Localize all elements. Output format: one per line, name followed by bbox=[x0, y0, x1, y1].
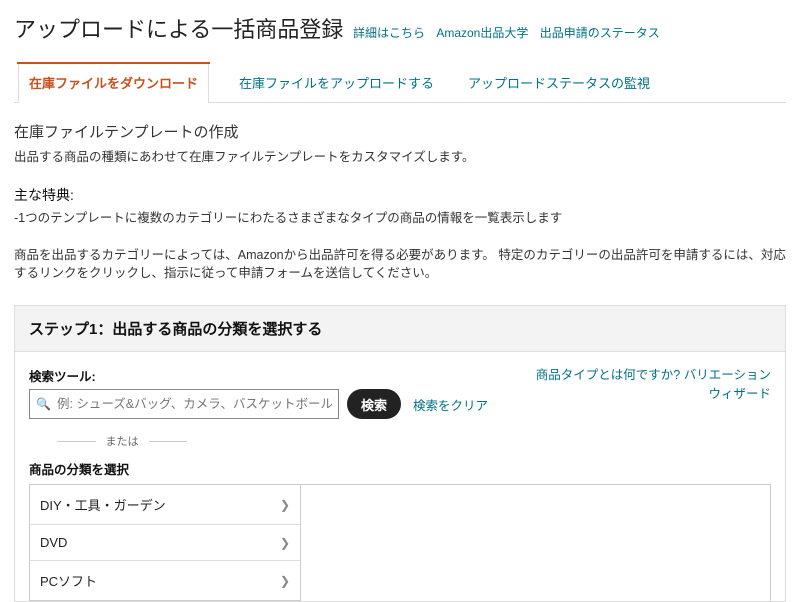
benefits-section: 主な特典: -1つのテンプレートに複数のカテゴリーにわたるさまざまなタイプの商品… bbox=[14, 185, 786, 228]
clear-search-link[interactable]: 検索をクリア bbox=[413, 395, 488, 414]
search-label: 検索ツール: bbox=[29, 366, 488, 385]
category-label: DVD bbox=[40, 535, 67, 550]
search-input-wrap[interactable]: 🔍 bbox=[29, 389, 339, 419]
help-links: 商品タイプとは何ですか? バリエーションウィザード bbox=[531, 366, 771, 404]
category-panel-empty bbox=[301, 484, 771, 601]
step1-title: ステップ1：出品する商品の分類を選択する bbox=[15, 306, 785, 352]
notice-section: 商品を出品するカテゴリーによっては、Amazonから出品許可を得る必要があります… bbox=[14, 246, 786, 284]
or-separator: または bbox=[57, 433, 187, 449]
benefits-item: -1つのテンプレートに複数のカテゴリーにわたるさまざまなタイプの商品の情報を一覧… bbox=[14, 209, 786, 228]
search-left: 検索ツール: 🔍 検索 検索をクリア bbox=[29, 366, 488, 419]
benefits-heading: 主な特典: bbox=[14, 185, 786, 205]
search-row: 検索ツール: 🔍 検索 検索をクリア 商品タイプとは何ですか? バリエーションウ… bbox=[29, 366, 771, 419]
tab-bar: 在庫ファイルをダウンロード 在庫ファイルをアップロードする アップロードステータ… bbox=[14, 60, 786, 103]
link-application-status[interactable]: 出品申請のステータス bbox=[540, 26, 660, 40]
step1-card: ステップ1：出品する商品の分類を選択する 検索ツール: 🔍 検索 検索をクリア … bbox=[14, 305, 786, 602]
notice-text: 商品を出品するカテゴリーによっては、Amazonから出品許可を得る必要があります… bbox=[14, 246, 786, 284]
page-header: アップロードによる一括商品登録 詳細はこちら Amazon出品大学 出品申請のス… bbox=[14, 10, 786, 50]
link-details[interactable]: 詳細はこちら bbox=[353, 26, 425, 40]
template-desc: 出品する商品の種類にあわせて在庫ファイルテンプレートをカスタマイズします。 bbox=[14, 148, 786, 167]
link-product-type-help[interactable]: 商品タイプとは何ですか? bbox=[536, 368, 680, 382]
select-label: 商品の分類を選択 bbox=[29, 459, 771, 478]
tab-status[interactable]: アップロードステータスの監視 bbox=[464, 60, 654, 102]
search-button[interactable]: 検索 bbox=[347, 389, 401, 419]
search-icon: 🔍 bbox=[36, 397, 51, 411]
or-text: または bbox=[106, 433, 139, 449]
step1-body: 検索ツール: 🔍 検索 検索をクリア 商品タイプとは何ですか? バリエーションウ… bbox=[15, 352, 785, 601]
template-section: 在庫ファイルテンプレートの作成 出品する商品の種類にあわせて在庫ファイルテンプレ… bbox=[14, 121, 786, 167]
category-container: DIY・工具・ガーデン ❯ DVD ❯ PCソフト ❯ bbox=[29, 484, 771, 601]
category-item-pcsoft[interactable]: PCソフト ❯ bbox=[30, 561, 300, 600]
page-title: アップロードによる一括商品登録 bbox=[14, 17, 343, 42]
category-column: DIY・工具・ガーデン ❯ DVD ❯ PCソフト ❯ bbox=[29, 484, 301, 601]
template-heading: 在庫ファイルテンプレートの作成 bbox=[14, 121, 786, 142]
link-university[interactable]: Amazon出品大学 bbox=[436, 26, 528, 40]
chevron-right-icon: ❯ bbox=[280, 574, 290, 588]
category-label: PCソフト bbox=[40, 571, 97, 590]
chevron-right-icon: ❯ bbox=[280, 498, 290, 512]
header-links: 詳細はこちら Amazon出品大学 出品申請のステータス bbox=[353, 26, 668, 40]
category-item-dvd[interactable]: DVD ❯ bbox=[30, 525, 300, 561]
chevron-right-icon: ❯ bbox=[280, 536, 290, 550]
tab-download[interactable]: 在庫ファイルをダウンロード bbox=[18, 60, 209, 103]
category-label: DIY・工具・ガーデン bbox=[40, 495, 166, 514]
category-item-diy[interactable]: DIY・工具・ガーデン ❯ bbox=[30, 485, 300, 525]
link-variation-wizard[interactable]: バリエーションウィザード bbox=[684, 368, 771, 401]
search-input[interactable] bbox=[57, 397, 332, 411]
tab-upload[interactable]: 在庫ファイルをアップロードする bbox=[235, 60, 438, 102]
